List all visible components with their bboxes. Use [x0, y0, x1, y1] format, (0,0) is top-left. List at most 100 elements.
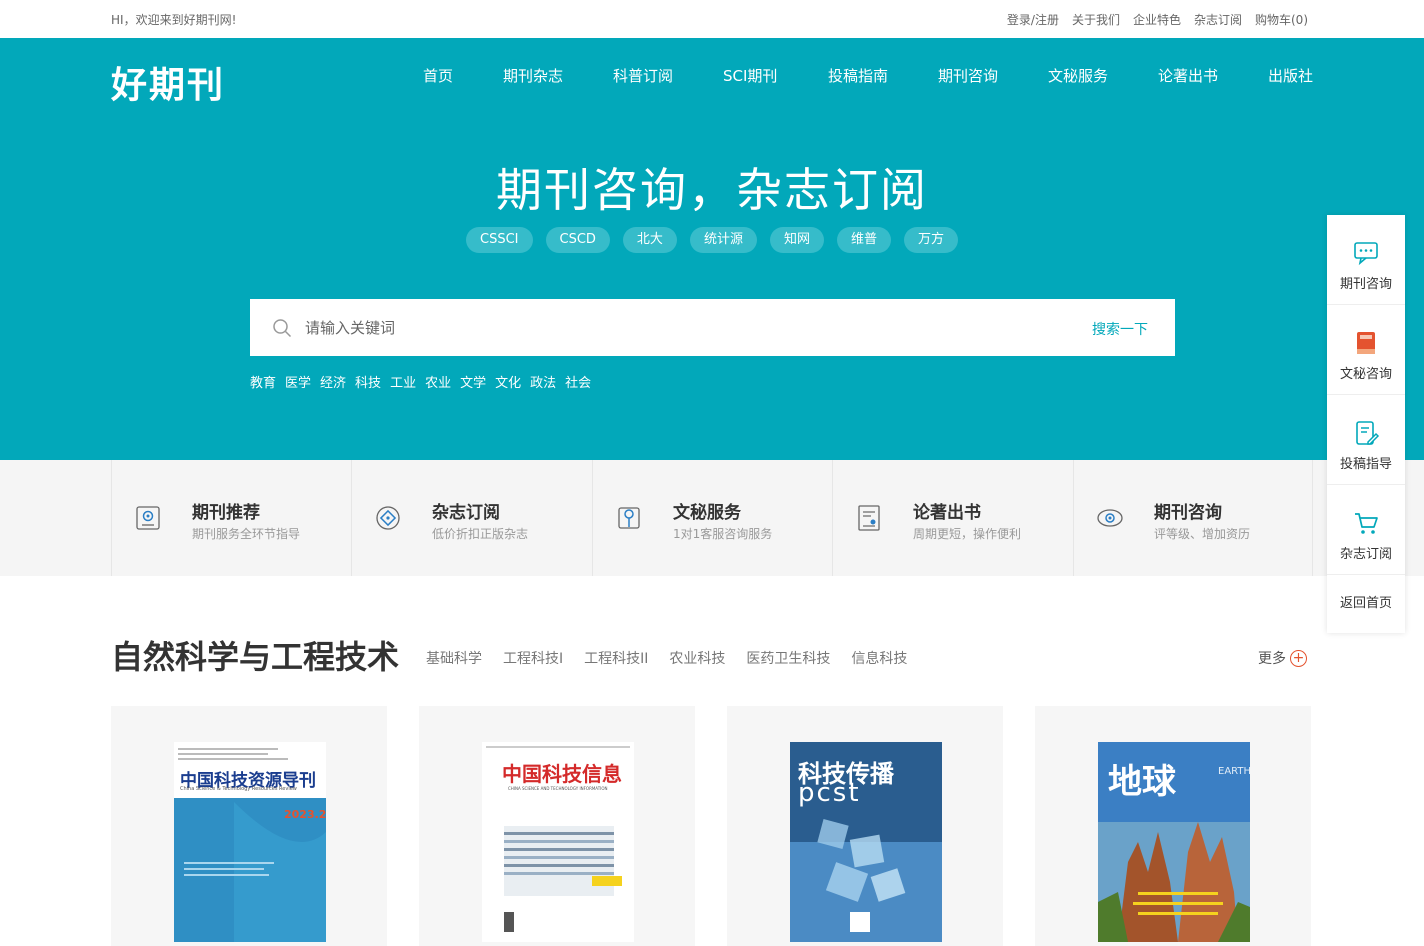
category-economy[interactable]: 经济	[320, 372, 346, 391]
tag-stat-source[interactable]: 统计源	[689, 227, 757, 253]
tag-cscd[interactable]: CSCD	[545, 227, 610, 253]
tag-cnki[interactable]: 知网	[769, 227, 824, 253]
service-title: 文秘服务	[673, 503, 741, 523]
journal-cover: 科技传播 pcst	[790, 742, 942, 942]
service-title: 论著出书	[913, 503, 981, 523]
cover-title: 地球	[1108, 762, 1176, 802]
journal-icon	[136, 506, 160, 530]
service-desc: 评等级、增加资历	[1154, 527, 1251, 541]
hero-banner: 好期刊 首页 期刊杂志 科普订阅 SCI期刊 投稿指南 期刊咨询 文秘服务 论著…	[0, 38, 1424, 460]
notebook-icon	[1357, 332, 1375, 354]
sidebar-item-magazine-subscribe[interactable]: 杂志订阅	[1327, 485, 1405, 575]
magazine-subscribe-link[interactable]: 杂志订阅	[1194, 11, 1242, 28]
category-culture[interactable]: 文化	[495, 372, 521, 391]
plus-circle-icon: +	[1290, 649, 1307, 667]
subscribe-icon	[376, 506, 400, 530]
sidebar-item-submission-guide[interactable]: 投稿指导	[1327, 395, 1405, 485]
floating-sidebar: 期刊咨询 文秘咨询 投稿指导 杂志订阅 返回首页	[1327, 215, 1405, 633]
tag-wanfang[interactable]: 万方	[903, 227, 958, 253]
search-icon	[273, 319, 292, 338]
nav-home[interactable]: 首页	[423, 65, 503, 86]
tab-agriculture-tech[interactable]: 农业科技	[669, 648, 725, 668]
about-us-link[interactable]: 关于我们	[1072, 11, 1120, 28]
main-nav: 首页 期刊杂志 科普订阅 SCI期刊 投稿指南 期刊咨询 文秘服务 论著出书 出…	[423, 65, 1328, 86]
tag-cssci[interactable]: CSSCI	[466, 227, 533, 253]
back-to-home-button[interactable]: 返回首页	[1327, 575, 1405, 633]
tag-vip[interactable]: 维普	[836, 227, 891, 253]
sidebar-item-label: 杂志订阅	[1339, 547, 1392, 562]
nav-journal-consult[interactable]: 期刊咨询	[938, 65, 1048, 86]
service-title: 期刊推荐	[192, 503, 260, 523]
journal-card[interactable]: 科技传播 pcst	[727, 706, 1003, 946]
nav-sci-journals[interactable]: SCI期刊	[723, 65, 828, 86]
cover-subtitle: China Science & Technology Resources Rev…	[180, 786, 297, 792]
tag-pku[interactable]: 北大	[622, 227, 677, 253]
service-title: 杂志订阅	[432, 503, 500, 523]
category-technology[interactable]: 科技	[355, 372, 381, 391]
top-bar: HI，欢迎来到好期刊网! 登录/注册 关于我们 企业特色 杂志订阅 购物车(0)	[0, 0, 1424, 38]
category-society[interactable]: 社会	[565, 372, 591, 391]
sidebar-item-journal-consult[interactable]: 期刊咨询	[1327, 215, 1405, 305]
journal-card[interactable]: 中国科技信息 CHINA SCIENCE AND TECHNOLOGY INFO…	[419, 706, 695, 946]
sidebar-item-label: 期刊咨询	[1339, 277, 1392, 292]
chat-icon	[1354, 242, 1378, 266]
tab-engineering-2[interactable]: 工程科技II	[584, 648, 648, 668]
service-desc: 期刊服务全环节指导	[192, 527, 301, 541]
section-title: 自然科学与工程技术	[111, 638, 400, 676]
category-education[interactable]: 教育	[250, 372, 276, 391]
search-input[interactable]	[305, 313, 1065, 343]
sidebar-item-label: 文秘咨询	[1339, 367, 1392, 382]
tab-basic-science[interactable]: 基础科学	[426, 648, 482, 668]
journal-cover: 中国科技资源导刊 China Science & Technology Reso…	[174, 742, 326, 942]
tab-medical-tech[interactable]: 医药卫生科技	[746, 648, 830, 668]
category-literature[interactable]: 文学	[460, 372, 486, 391]
more-link[interactable]: 更多 +	[1258, 648, 1307, 668]
nav-secretary-service[interactable]: 文秘服务	[1048, 65, 1158, 86]
category-agriculture[interactable]: 农业	[425, 372, 451, 391]
tab-engineering-1[interactable]: 工程科技I	[503, 648, 563, 668]
enterprise-features-link[interactable]: 企业特色	[1133, 11, 1181, 28]
login-register-link[interactable]: 登录/注册	[1007, 11, 1059, 28]
hero-title: 期刊咨询，杂志订阅	[496, 163, 928, 217]
site-logo[interactable]: 好期刊	[111, 56, 225, 108]
top-links: 登录/注册 关于我们 企业特色 杂志订阅 购物车(0)	[1007, 11, 1308, 28]
index-tags: CSSCI CSCD 北大 统计源 知网 维普 万方	[0, 227, 1424, 253]
journal-card[interactable]: 地球 EARTH	[1035, 706, 1311, 946]
quick-categories: 教育 医学 经济 科技 工业 农业 文学 文化 政法 社会	[250, 372, 591, 391]
nav-book-publishing[interactable]: 论著出书	[1158, 65, 1268, 86]
search-box: 搜索一下	[250, 299, 1175, 356]
service-magazine-subscribe[interactable]: 杂志订阅 低价折扣正版杂志	[351, 460, 591, 576]
tab-info-tech[interactable]: 信息科技	[851, 648, 907, 668]
sidebar-item-secretary-consult[interactable]: 文秘咨询	[1327, 305, 1405, 395]
nav-journals[interactable]: 期刊杂志	[503, 65, 613, 86]
service-journal-recommend[interactable]: 期刊推荐 期刊服务全环节指导	[111, 460, 351, 576]
nav-publisher[interactable]: 出版社	[1268, 65, 1328, 86]
service-title: 期刊咨询	[1154, 503, 1222, 523]
service-secretary[interactable]: 文秘服务 1对1客服咨询服务	[592, 460, 832, 576]
consult-icon	[1097, 509, 1123, 527]
cover-subtitle: pcst	[798, 778, 861, 808]
secretary-icon	[618, 507, 640, 529]
category-medicine[interactable]: 医学	[285, 372, 311, 391]
cover-subtitle: EARTH	[1218, 766, 1250, 777]
category-industry[interactable]: 工业	[390, 372, 416, 391]
section-tabs: 基础科学 工程科技I 工程科技II 农业科技 医药卫生科技 信息科技	[426, 648, 907, 668]
more-label: 更多	[1258, 651, 1286, 667]
cover-title: 中国科技信息	[502, 762, 622, 786]
journal-cover: 中国科技信息 CHINA SCIENCE AND TECHNOLOGY INFO…	[482, 742, 634, 942]
cover-issue: 2023.2	[284, 808, 326, 821]
edit-doc-icon	[1356, 421, 1380, 445]
services-row: 期刊推荐 期刊服务全环节指导 杂志订阅 低价折扣正版杂志 文秘服务 1对1客服咨…	[0, 460, 1424, 576]
service-desc: 周期更短，操作便利	[913, 527, 1022, 541]
search-button[interactable]: 搜索一下	[1092, 319, 1148, 339]
service-journal-consult[interactable]: 期刊咨询 评等级、增加资历	[1073, 460, 1313, 576]
journal-card[interactable]: 中国科技资源导刊 China Science & Technology Reso…	[111, 706, 387, 946]
nav-submission-guide[interactable]: 投稿指南	[828, 65, 938, 86]
nav-popsci-subscribe[interactable]: 科普订阅	[613, 65, 723, 86]
journal-cover: 地球 EARTH	[1098, 742, 1250, 942]
category-law[interactable]: 政法	[530, 372, 556, 391]
cart-icon	[1355, 513, 1378, 534]
sidebar-item-label: 投稿指导	[1339, 457, 1392, 472]
service-book-publishing[interactable]: 论著出书 周期更短，操作便利	[832, 460, 1072, 576]
shopping-cart-link[interactable]: 购物车(0)	[1255, 11, 1308, 28]
